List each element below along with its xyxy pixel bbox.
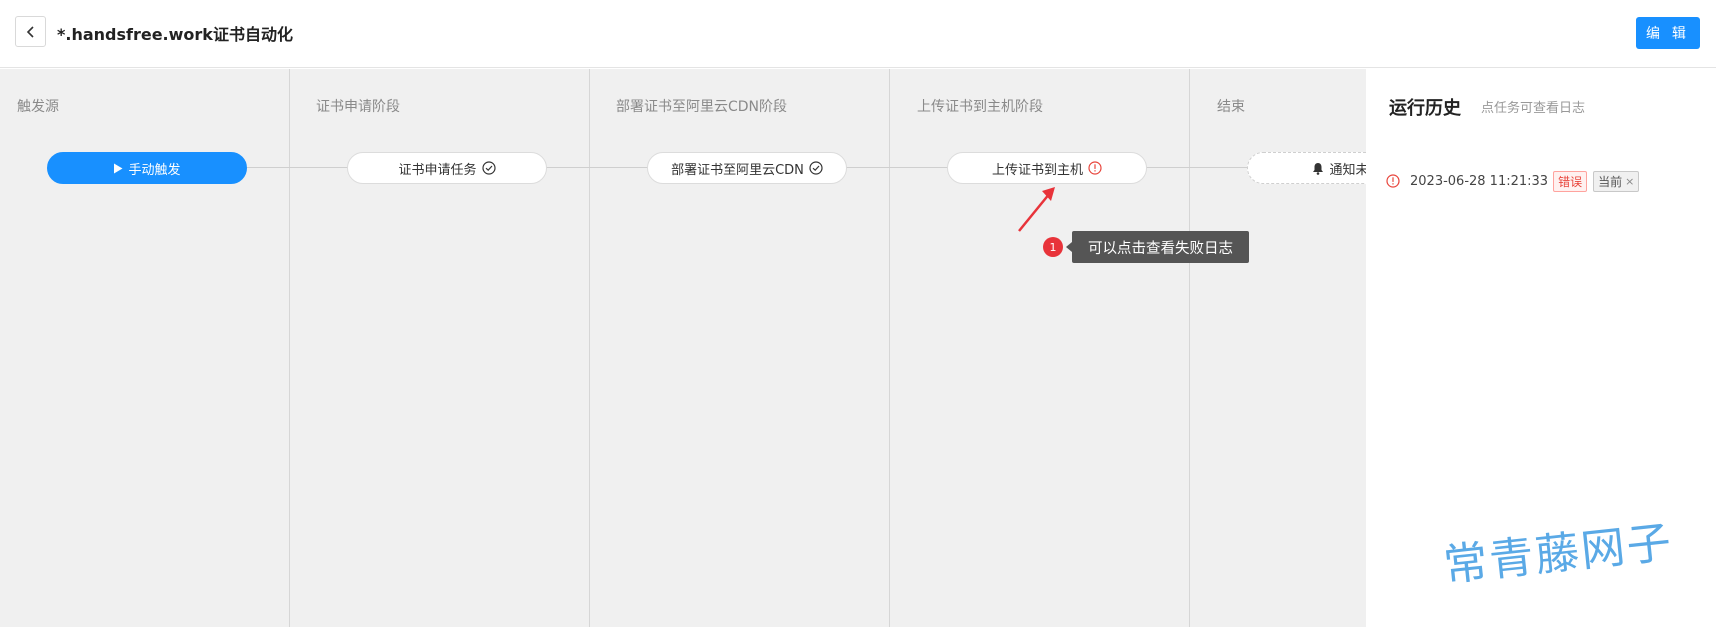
task-node-upload-host[interactable]: 上传证书到主机 — [947, 152, 1147, 184]
node-label: 证书申请任务 — [398, 162, 477, 178]
node-label: 通知未设 — [1329, 162, 1366, 178]
pipeline-canvas: 触发源 证书申请阶段 部署证书至阿里云CDN阶段 上传证书到主机阶段 结束 手动… — [0, 69, 1366, 627]
chevron-left-icon — [26, 25, 36, 38]
stage-title: 证书申请阶段 — [316, 99, 400, 115]
history-time: 2023-06-28 11:21:33 — [1410, 173, 1549, 189]
stage-title: 结束 — [1217, 99, 1245, 115]
error-circle-icon — [1386, 174, 1400, 188]
connector-line — [546, 167, 648, 168]
error-status-badge: 错误 — [1553, 170, 1588, 192]
history-item[interactable]: 2023-06-28 11:21:33 错误 当前 × — [1386, 169, 1706, 193]
edit-button[interactable]: 编 辑 — [1636, 17, 1700, 49]
task-node-cert-apply[interactable]: 证书申请任务 — [347, 152, 547, 184]
notify-node[interactable]: 通知未设 — [1247, 152, 1366, 184]
play-icon — [113, 163, 123, 174]
callout-badge: 1 — [1043, 237, 1063, 257]
stage-title: 上传证书到主机阶段 — [917, 99, 1043, 115]
close-icon[interactable]: × — [1625, 175, 1634, 188]
current-tag: 当前 × — [1593, 170, 1640, 192]
bell-icon — [1312, 162, 1324, 175]
history-subtitle: 点任务可查看日志 — [1481, 101, 1586, 116]
current-tag-label: 当前 — [1598, 174, 1623, 189]
node-label: 部署证书至阿里云CDN — [671, 162, 804, 178]
annotation-arrow — [1018, 187, 1055, 232]
manual-trigger-button[interactable]: 手动触发 — [47, 152, 247, 184]
history-title: 运行历史 — [1389, 98, 1461, 119]
node-label: 手动触发 — [128, 162, 181, 178]
check-circle-icon — [809, 161, 823, 175]
connector-line — [246, 167, 348, 168]
page-title: *.handsfree.work证书自动化 — [57, 25, 293, 44]
check-circle-icon — [481, 161, 496, 175]
back-button[interactable] — [15, 16, 46, 47]
connector-line — [1146, 167, 1248, 168]
header-bar: *.handsfree.work证书自动化 编 辑 — [0, 0, 1716, 68]
node-label: 上传证书到主机 — [991, 162, 1083, 178]
connector-line — [846, 167, 948, 168]
error-circle-icon — [1088, 161, 1102, 175]
stage-title: 触发源 — [17, 99, 59, 115]
stage-title: 部署证书至阿里云CDN阶段 — [616, 99, 788, 115]
callout-tooltip: 可以点击查看失败日志 — [1066, 231, 1249, 263]
task-node-deploy-cdn[interactable]: 部署证书至阿里云CDN — [647, 152, 847, 184]
